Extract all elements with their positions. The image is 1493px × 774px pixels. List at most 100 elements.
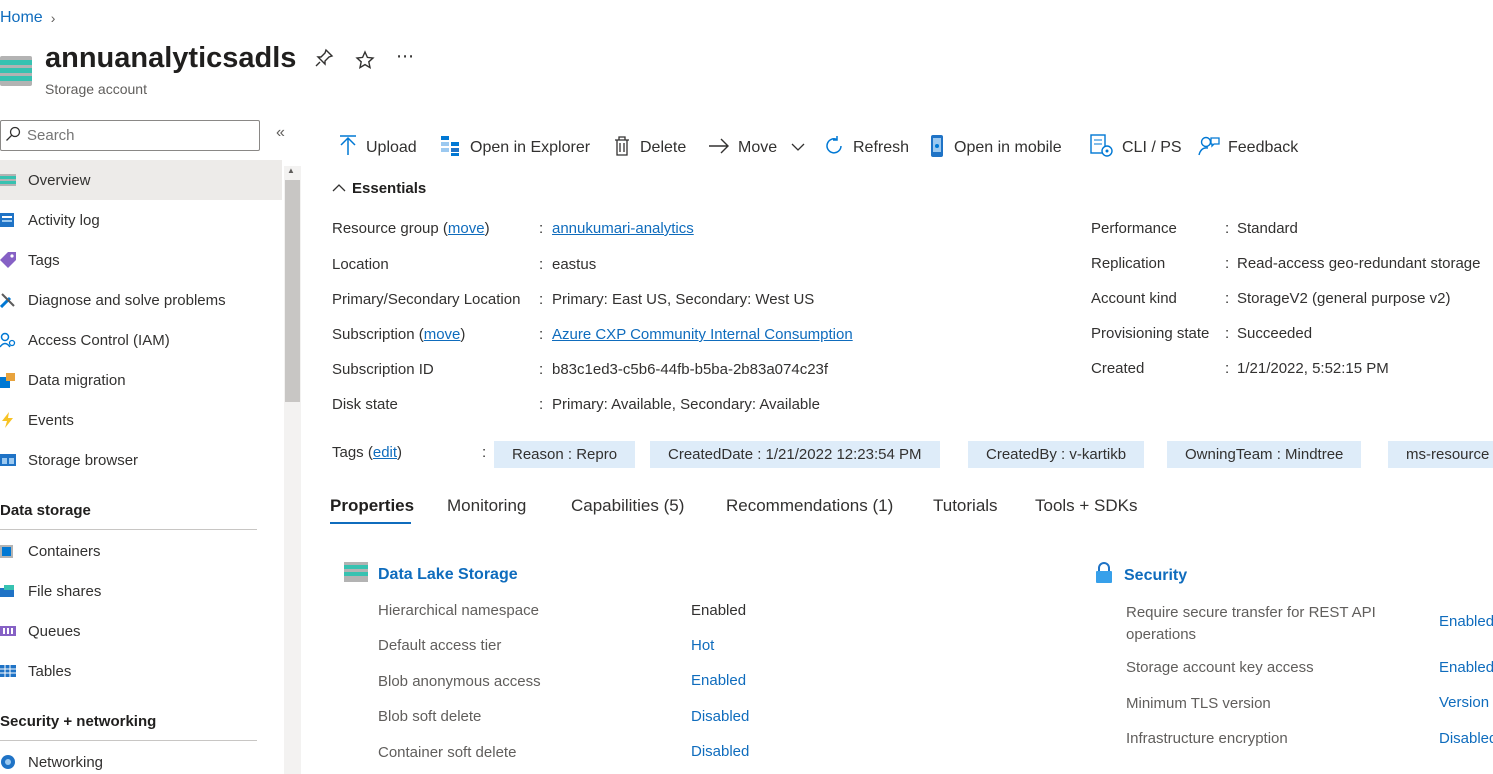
prop-value-link[interactable]: Hot bbox=[691, 637, 714, 654]
prop-value: Enabled bbox=[691, 602, 747, 619]
tags-edit-link[interactable]: edit bbox=[373, 444, 397, 461]
essentials-toggle[interactable]: Essentials bbox=[332, 180, 426, 197]
active-tab-indicator bbox=[330, 522, 411, 524]
essentials-label-disk-state: Disk state bbox=[332, 396, 398, 413]
prop-label: Minimum TLS version bbox=[1126, 695, 1271, 712]
open-in-explorer-label: Open in Explorer bbox=[470, 139, 591, 156]
essentials-label-primary-secondary: Primary/Secondary Location bbox=[332, 291, 521, 308]
open-in-mobile-label: Open in mobile bbox=[954, 139, 1062, 156]
upload-icon bbox=[338, 134, 358, 162]
security-title: Security bbox=[1124, 566, 1188, 584]
resource-group-move-link[interactable]: move bbox=[448, 220, 485, 237]
essentials-label-account-kind: Account kind bbox=[1091, 290, 1177, 307]
essentials-colon: : bbox=[482, 444, 487, 461]
tag-badge[interactable]: CreatedBy : v-kartikb bbox=[968, 441, 1145, 468]
tag-badge[interactable]: ms-resource bbox=[1388, 441, 1493, 468]
sidebar-item-networking[interactable]: Networking bbox=[0, 742, 282, 774]
tab-tutorials[interactable]: Tutorials bbox=[933, 496, 998, 516]
sidebar-item-data-migration[interactable]: Data migration bbox=[0, 360, 282, 400]
sidebar-item-storage-browser[interactable]: Storage browser bbox=[0, 440, 282, 480]
security-heading[interactable]: Security bbox=[1094, 562, 1187, 589]
essentials-label-subscription-id: Subscription ID bbox=[332, 361, 434, 378]
open-in-explorer-button[interactable]: Open in Explorer bbox=[440, 134, 590, 162]
prop-label: Blob anonymous access bbox=[378, 673, 541, 690]
upload-label: Upload bbox=[366, 139, 417, 156]
prop-value-link[interactable]: Enabled bbox=[691, 672, 746, 689]
more-options-icon[interactable]: ⋯ bbox=[396, 46, 414, 67]
cli-ps-button[interactable]: CLI / PS bbox=[1090, 133, 1182, 162]
collapse-sidebar-icon[interactable]: « bbox=[276, 124, 285, 142]
tab-properties[interactable]: Properties bbox=[330, 496, 414, 516]
people-icon bbox=[0, 332, 16, 348]
tag-badge[interactable]: Reason : Repro bbox=[494, 441, 636, 468]
tab-capabilities[interactable]: Capabilities (5) bbox=[571, 496, 684, 516]
prop-value-link[interactable]: Disabled bbox=[691, 743, 749, 760]
prop-value-link[interactable]: Version bbox=[1439, 694, 1493, 711]
tags-label: Tags (edit) bbox=[332, 444, 403, 461]
prop-value-link[interactable]: Disabled bbox=[1439, 730, 1493, 747]
breadcrumb-home-link[interactable]: Home bbox=[0, 9, 43, 27]
prop-value-link[interactable]: Enabled bbox=[1439, 659, 1493, 676]
essentials-colon: : bbox=[539, 291, 544, 308]
refresh-icon bbox=[823, 135, 845, 162]
essentials-label-subscription: Subscription (move) bbox=[332, 326, 466, 343]
subscription-move-link[interactable]: move bbox=[424, 326, 461, 343]
search-input[interactable] bbox=[27, 127, 247, 144]
sidebar-item-label: File shares bbox=[28, 582, 102, 600]
prop-value-link[interactable]: Disabled bbox=[691, 708, 749, 725]
star-icon[interactable] bbox=[355, 50, 375, 76]
sidebar-item-containers[interactable]: Containers bbox=[0, 531, 282, 571]
sidebar-item-label: Storage browser bbox=[28, 451, 139, 469]
refresh-button[interactable]: Refresh bbox=[823, 134, 909, 162]
open-in-mobile-button[interactable]: Open in mobile bbox=[928, 134, 1062, 162]
tag-badge[interactable]: OwningTeam : Mindtree bbox=[1167, 441, 1362, 468]
sidebar-item-tags[interactable]: Tags bbox=[0, 240, 282, 280]
sidebar-item-file-shares[interactable]: File shares bbox=[0, 571, 282, 611]
tab-recommendations[interactable]: Recommendations (1) bbox=[726, 496, 893, 516]
sidebar-item-label: Containers bbox=[28, 542, 101, 560]
essentials-colon: : bbox=[1225, 325, 1230, 342]
sidebar-item-tables[interactable]: Tables bbox=[0, 651, 282, 691]
sidebar-item-overview[interactable]: Overview bbox=[0, 160, 282, 200]
replication-value: Read-access geo-redundant storage bbox=[1237, 255, 1481, 272]
essentials-colon: : bbox=[539, 220, 544, 237]
upload-button[interactable]: Upload bbox=[338, 134, 417, 162]
essentials-colon: : bbox=[539, 326, 544, 343]
primary-secondary-value: Primary: East US, Secondary: West US bbox=[552, 291, 815, 308]
prop-label: Default access tier bbox=[378, 637, 502, 654]
page-title: annuanalyticsadls bbox=[45, 42, 297, 74]
activity-log-icon bbox=[0, 212, 16, 228]
disk-state-value: Primary: Available, Secondary: Available bbox=[552, 396, 820, 413]
sidebar-scrollbar-thumb[interactable] bbox=[285, 180, 300, 402]
sidebar-item-iam[interactable]: Access Control (IAM) bbox=[0, 320, 282, 360]
sidebar-item-label: Overview bbox=[28, 171, 91, 189]
sidebar-item-queues[interactable]: Queues bbox=[0, 611, 282, 651]
sidebar-item-events[interactable]: Events bbox=[0, 400, 282, 440]
breadcrumb: Home › bbox=[0, 9, 55, 27]
move-button[interactable]: Move bbox=[708, 134, 805, 162]
prop-value-link[interactable]: Enabled bbox=[1439, 613, 1493, 630]
essentials-colon: : bbox=[1225, 220, 1230, 237]
refresh-label: Refresh bbox=[853, 139, 910, 156]
delete-button[interactable]: Delete bbox=[612, 134, 686, 162]
sidebar-search[interactable] bbox=[0, 120, 260, 151]
tab-tools-sdks[interactable]: Tools + SDKs bbox=[1035, 496, 1138, 516]
resource-group-link[interactable]: annukumari-analytics bbox=[552, 220, 694, 237]
scroll-up-arrow-icon[interactable]: ▲ bbox=[287, 166, 295, 175]
sidebar-item-diagnose[interactable]: Diagnose and solve problems bbox=[0, 280, 282, 320]
feedback-button[interactable]: Feedback bbox=[1198, 134, 1298, 162]
sidebar-item-label: Networking bbox=[28, 753, 104, 771]
sidebar-item-activity-log[interactable]: Activity log bbox=[0, 200, 282, 240]
account-kind-value: StorageV2 (general purpose v2) bbox=[1237, 290, 1451, 307]
move-label: Move bbox=[738, 139, 778, 156]
essentials-label-resource-group: Resource group (move) bbox=[332, 220, 490, 237]
data-lake-storage-heading[interactable]: Data Lake Storage bbox=[344, 562, 518, 587]
tag-badge[interactable]: CreatedDate : 1/21/2022 12:23:54 PM bbox=[650, 441, 940, 468]
pin-icon[interactable] bbox=[314, 48, 334, 74]
tab-monitoring[interactable]: Monitoring bbox=[447, 496, 526, 516]
sidebar-item-label: Tables bbox=[28, 662, 72, 680]
subscription-link[interactable]: Azure CXP Community Internal Consumption bbox=[552, 326, 853, 343]
divider bbox=[0, 740, 257, 741]
search-icon bbox=[5, 126, 21, 146]
sidebar-item-label: Access Control (IAM) bbox=[28, 331, 170, 349]
